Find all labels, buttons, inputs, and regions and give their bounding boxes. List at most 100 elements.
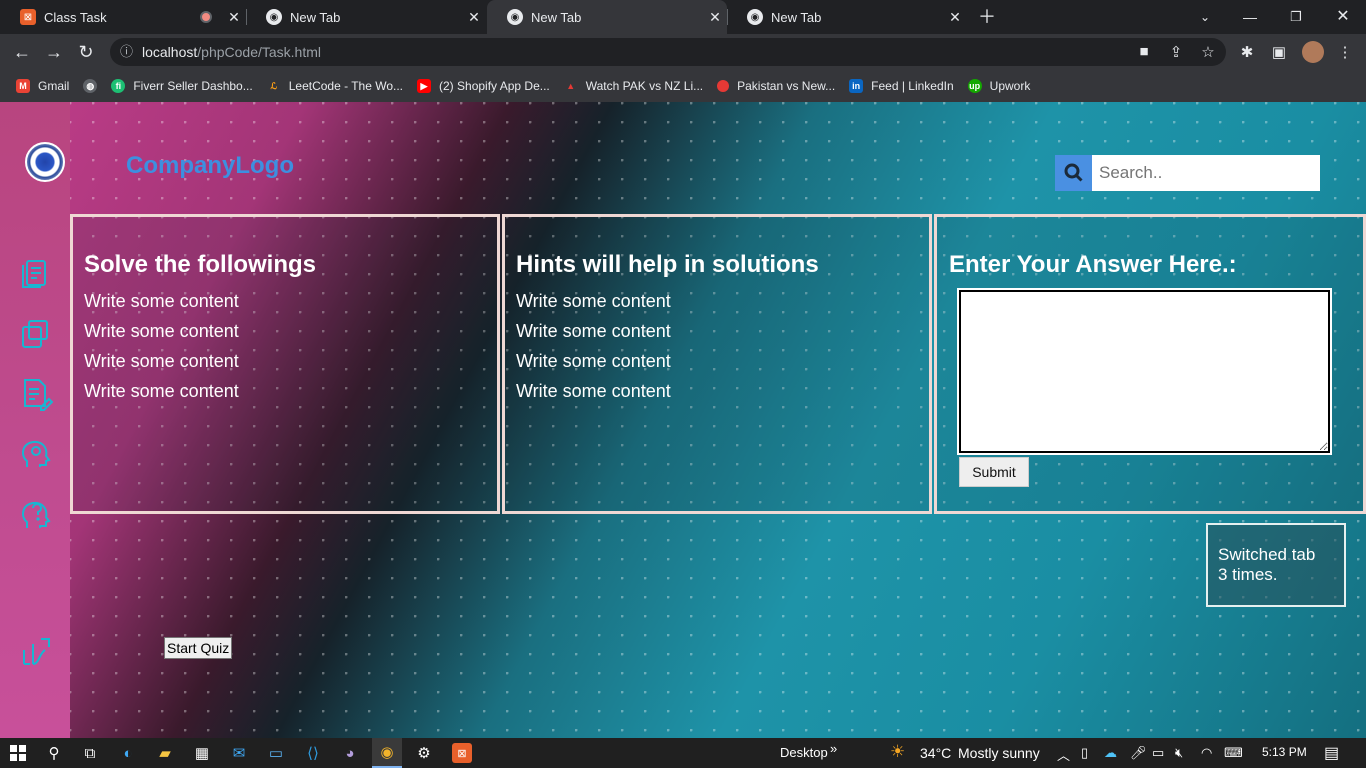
close-tab-icon[interactable]: ✕ xyxy=(462,9,486,26)
search-icon[interactable]: ⚲ xyxy=(44,743,64,763)
github-desktop-icon[interactable]: ◕ xyxy=(340,743,360,763)
xampp-icon: ⊠ xyxy=(20,9,36,25)
minimize-icon[interactable]: — xyxy=(1238,5,1262,29)
remote-desktop-icon[interactable]: ▭ xyxy=(266,743,286,763)
side-panel-icon[interactable]: ▣ xyxy=(1270,43,1288,61)
company-logo-text[interactable]: CompanyLogo xyxy=(126,152,294,180)
stats-icon[interactable] xyxy=(19,634,53,668)
keyboard-icon[interactable]: ⌨ xyxy=(1224,745,1243,761)
bookmark-leetcode[interactable]: ℒ LeetCode - The Wo... xyxy=(267,79,403,93)
problems-title: Solve the followings xyxy=(84,251,317,278)
edge-icon[interactable]: ◐ xyxy=(118,743,138,763)
clock[interactable]: 5:13 PM xyxy=(1262,745,1307,759)
bookmark-upwork[interactable]: up Upwork xyxy=(967,79,1030,93)
address-bar[interactable]: ⓘ localhost/phpCode/Task.html xyxy=(110,38,1226,66)
tab-title: Class Task xyxy=(44,9,107,25)
extensions-icon[interactable]: ✱ xyxy=(1238,43,1256,61)
youtube-icon: ▶ xyxy=(417,79,432,93)
recording-icon xyxy=(200,11,212,23)
red-dot-icon xyxy=(717,80,730,92)
restore-icon[interactable]: ❐ xyxy=(1284,5,1308,29)
search-button[interactable] xyxy=(1055,155,1092,191)
copy-icon[interactable] xyxy=(19,317,53,351)
new-tab-button[interactable]: ＋ xyxy=(975,5,999,29)
show-hidden-icons-icon[interactable]: ︿ xyxy=(1057,745,1070,764)
desktop-label[interactable]: Desktop xyxy=(780,745,828,760)
volume-muted-icon[interactable]: 🔇︎ xyxy=(1175,745,1183,761)
chrome-icon: ◉ xyxy=(507,9,523,25)
brain-head-icon[interactable] xyxy=(19,437,53,471)
list-item: Write some content xyxy=(84,321,239,341)
tab-new-3[interactable]: ◉ New Tab ✕ xyxy=(727,0,967,34)
start-quiz-button[interactable]: Start Quiz xyxy=(164,637,233,659)
bookmark-star-icon[interactable]: ☆ xyxy=(1199,43,1217,61)
reload-icon[interactable]: ↻ xyxy=(74,40,98,64)
battery-icon[interactable]: ▭ xyxy=(1152,745,1164,761)
chevron-right-icon[interactable]: » xyxy=(830,741,837,756)
list-item: Write some content xyxy=(516,321,671,341)
notifications-icon[interactable]: ▤ xyxy=(1324,743,1339,763)
leetcode-icon: ℒ xyxy=(270,80,277,91)
search-bar xyxy=(1055,155,1320,191)
device-icon[interactable]: ▯ xyxy=(1081,745,1088,761)
tab-title: New Tab xyxy=(531,9,582,25)
bookmark-pakistan[interactable]: Pakistan vs New... xyxy=(717,79,835,93)
close-tab-icon[interactable]: ✕ xyxy=(222,9,246,26)
store-icon[interactable]: ▦ xyxy=(192,743,212,763)
list-item: Write some content xyxy=(516,351,671,371)
file-explorer-icon[interactable]: ▰ xyxy=(155,743,175,763)
back-icon[interactable]: ← xyxy=(10,40,34,64)
bookmark-fiverr[interactable]: fi Fiverr Seller Dashbo... xyxy=(111,79,253,93)
microphone-icon[interactable]: 🎤︎ xyxy=(1130,745,1147,761)
notice-line-1: Switched tab xyxy=(1218,545,1316,564)
bookmark-gmail[interactable]: M Gmail xyxy=(16,79,69,93)
close-tab-icon[interactable]: ✕ xyxy=(703,9,727,26)
vscode-icon[interactable]: ⟨⟩ xyxy=(303,743,323,763)
document-icon[interactable] xyxy=(19,257,53,291)
menu-icon[interactable]: ⋮ xyxy=(1336,43,1354,61)
toolbar: ← → ↻ ⓘ localhost/phpCode/Task.html ■ ⇪ … xyxy=(0,34,1366,70)
edit-document-icon[interactable] xyxy=(19,377,53,411)
wifi-icon[interactable]: ◠ xyxy=(1201,745,1212,761)
xampp-taskbar-icon[interactable]: ⊠ xyxy=(452,743,472,763)
chrome-taskbar-icon[interactable]: ◉ xyxy=(372,738,402,768)
submit-button[interactable]: Submit xyxy=(959,457,1029,487)
help-head-icon[interactable] xyxy=(19,497,53,531)
tab-search-icon[interactable]: ⌄ xyxy=(1193,5,1217,29)
answer-textarea[interactable] xyxy=(957,288,1332,455)
header: CompanyLogo xyxy=(70,102,1366,198)
bookmark-globe[interactable]: ◍ xyxy=(83,79,105,93)
weather-desc[interactable]: Mostly sunny xyxy=(958,745,1040,761)
onedrive-icon[interactable]: ☁ xyxy=(1104,745,1117,761)
search-input[interactable] xyxy=(1092,155,1320,191)
share-icon[interactable]: ⇪ xyxy=(1167,43,1185,61)
camera-icon[interactable]: ■ xyxy=(1135,43,1153,60)
gmail-icon: M xyxy=(16,79,30,93)
tab-class-task[interactable]: ⊠ Class Task ✕ xyxy=(0,0,246,34)
forward-icon[interactable]: → xyxy=(42,40,66,64)
notice-line-2: 3 times. xyxy=(1218,565,1278,584)
weather-sun-icon: ☀ xyxy=(890,742,906,761)
bookmark-pak-nz[interactable]: ▲ Watch PAK vs NZ Li... xyxy=(564,79,703,93)
info-icon[interactable]: ⓘ xyxy=(120,38,133,66)
mail-icon[interactable]: ✉ xyxy=(229,743,249,763)
close-tab-icon[interactable]: ✕ xyxy=(943,9,967,26)
fiverr-icon: fi xyxy=(111,79,126,93)
tab-new-1[interactable]: ◉ New Tab ✕ xyxy=(246,0,486,34)
task-view-icon[interactable]: ⧉ xyxy=(80,743,100,763)
profile-avatar[interactable] xyxy=(1302,41,1324,63)
url-path: /phpCode/Task.html xyxy=(197,44,321,60)
bookmark-shopify[interactable]: ▶ (2) Shopify App De... xyxy=(417,79,550,93)
bookmarks-bar: M Gmail ◍ fi Fiverr Seller Dashbo... ℒ Leet… xyxy=(0,70,1366,102)
browser-chrome: ⊠ Class Task ✕ ◉ New Tab ✕ ◉ New Tab ✕ ◉… xyxy=(0,0,1366,102)
weather-temp[interactable]: 34°C xyxy=(920,745,951,761)
settings-icon[interactable]: ⚙ xyxy=(414,743,434,763)
tab-new-2[interactable]: ◉ New Tab ✕ xyxy=(487,0,727,34)
windows-start-icon[interactable] xyxy=(8,743,28,763)
sidebar xyxy=(0,102,70,738)
close-window-icon[interactable]: ✕ xyxy=(1331,5,1355,29)
bookmark-linkedin[interactable]: in Feed | LinkedIn xyxy=(849,79,954,93)
url-host: localhost xyxy=(142,44,198,60)
logo-icon[interactable] xyxy=(25,142,65,182)
list-item: Write some content xyxy=(84,351,239,371)
